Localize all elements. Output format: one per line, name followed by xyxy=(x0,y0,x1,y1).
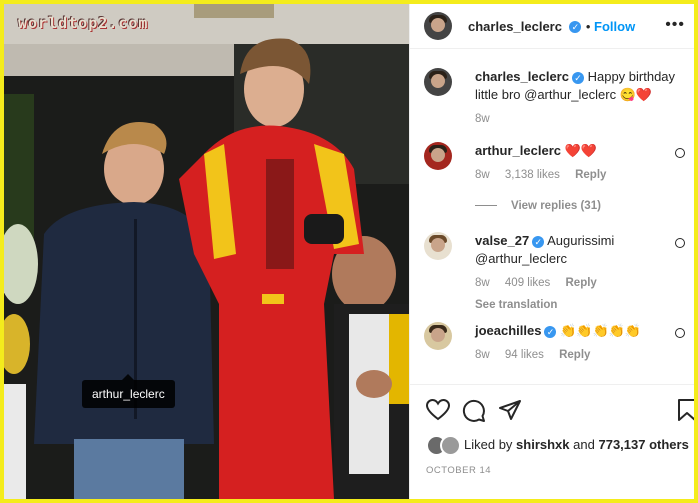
post-date: OCTOBER 14 xyxy=(426,465,492,476)
commenter-avatar[interactable] xyxy=(424,142,452,170)
post-side-panel: charles_leclerc ✓ • Follow ••• charles_l… xyxy=(409,4,694,499)
save-bookmark-icon[interactable] xyxy=(678,399,694,421)
liker-avatar[interactable] xyxy=(440,435,461,456)
caption-body: charles_leclerc ✓ Happy birthday little b… xyxy=(475,68,694,128)
comment-body: valse_27 ✓ Augurissimi @arthur_leclerc 8w… xyxy=(475,232,694,314)
comment-body: arthur_leclerc ❤️❤️ 8w 3,138 likes Reply xyxy=(475,142,694,184)
user-tag[interactable]: arthur_leclerc xyxy=(82,374,175,408)
comment-likes[interactable]: 409 likes xyxy=(505,277,550,289)
comment-icon[interactable] xyxy=(462,399,486,423)
photo-illustration xyxy=(4,4,409,499)
post-frame: worldtop2.com arthur_leclerc charles_lec… xyxy=(4,4,694,499)
caption-age: 8w xyxy=(475,113,490,125)
liked-by-and: and xyxy=(573,437,595,452)
post-photo[interactable]: worldtop2.com arthur_leclerc xyxy=(4,4,409,499)
comment-likes[interactable]: 3,138 likes xyxy=(505,169,560,181)
comment-body: joeachilles ✓ 👏👏👏👏👏 8w 94 likes Reply xyxy=(475,322,694,364)
comment-username[interactable]: arthur_leclerc xyxy=(475,143,561,158)
caption-author-avatar[interactable] xyxy=(424,68,452,96)
liked-by-others[interactable]: 773,137 others xyxy=(598,437,688,452)
comment-text: 👏👏👏👏👏 xyxy=(560,323,642,338)
commenter-avatar[interactable] xyxy=(424,322,452,350)
comment-text: ❤️❤️ xyxy=(564,143,597,158)
liked-by-user[interactable]: shirshxk xyxy=(516,437,569,452)
comment-like-heart-icon[interactable] xyxy=(675,238,685,248)
follow-button[interactable]: Follow xyxy=(594,19,635,34)
comment-age: 8w xyxy=(475,169,490,181)
verified-badge-icon: ✓ xyxy=(532,235,545,248)
comment-like-heart-icon[interactable] xyxy=(675,328,685,338)
post-header: charles_leclerc ✓ • Follow ••• xyxy=(410,4,694,49)
author-username[interactable]: charles_leclerc xyxy=(468,19,562,34)
watermark-text: worldtop2.com xyxy=(18,14,149,32)
liked-by-line: Liked by shirshxk and 773,137 others xyxy=(464,437,689,452)
verified-badge-icon: ✓ xyxy=(569,20,582,33)
view-replies-button[interactable]: View replies (31) xyxy=(475,200,601,212)
reply-button[interactable]: Reply xyxy=(575,169,606,181)
comment-age: 8w xyxy=(475,349,490,361)
reply-button[interactable]: Reply xyxy=(566,277,597,289)
author-avatar[interactable] xyxy=(424,12,452,40)
verified-badge-icon: ✓ xyxy=(544,325,557,338)
commenter-avatar[interactable] xyxy=(424,232,452,260)
share-icon[interactable] xyxy=(498,399,522,421)
caption-username[interactable]: charles_leclerc xyxy=(475,69,569,84)
comment-username[interactable]: valse_27 xyxy=(475,233,529,248)
verified-badge-icon: ✓ xyxy=(571,71,584,84)
comment-age: 8w xyxy=(475,277,490,289)
liked-by-prefix: Liked by xyxy=(464,437,513,452)
comment-username[interactable]: joeachilles xyxy=(475,323,541,338)
action-bar: Liked by shirshxk and 773,137 others OCT… xyxy=(410,384,694,499)
more-options-icon[interactable]: ••• xyxy=(665,16,685,34)
like-heart-icon[interactable] xyxy=(426,399,450,421)
see-translation-button[interactable]: See translation xyxy=(475,296,694,314)
reply-button[interactable]: Reply xyxy=(559,349,590,361)
header-user: charles_leclerc ✓ • Follow xyxy=(468,19,636,34)
comment-like-heart-icon[interactable] xyxy=(675,148,685,158)
comment-likes[interactable]: 94 likes xyxy=(505,349,544,361)
